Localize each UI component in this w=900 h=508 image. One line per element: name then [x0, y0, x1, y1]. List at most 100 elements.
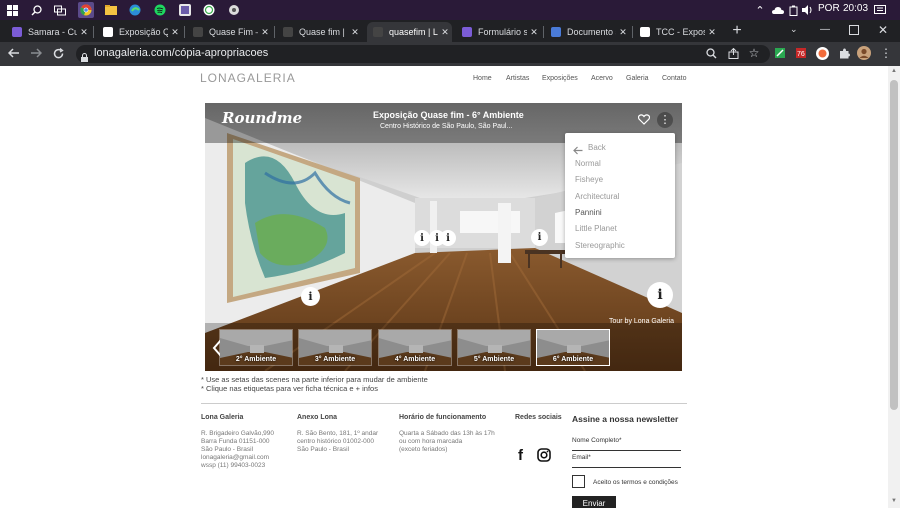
nav-artistas[interactable]: Artistas — [506, 75, 529, 82]
menu-back[interactable]: Back — [588, 143, 606, 152]
browser-tab[interactable]: quasefim | Lo ✕ — [367, 22, 452, 42]
terms-checkbox[interactable] — [572, 475, 585, 488]
roundme-logo[interactable]: Roundme — [222, 109, 302, 127]
task-view-icon[interactable] — [52, 2, 68, 18]
forward-arrow-icon[interactable] — [28, 45, 44, 61]
scene-thumbnail[interactable]: 4° Ambiente — [378, 329, 452, 366]
file-explorer-icon[interactable] — [103, 2, 119, 18]
name-input[interactable] — [572, 445, 681, 451]
url-text[interactable]: lonagaleria.com/cópia-apropriacoes — [94, 47, 268, 59]
footer-title-lona: Lona Galeria — [201, 414, 244, 421]
clock[interactable]: 20:03 — [843, 3, 868, 14]
scrollbar-thumb[interactable] — [890, 80, 898, 410]
email-input[interactable] — [572, 462, 681, 468]
scroll-down-arrow-icon[interactable]: ▼ — [891, 498, 897, 504]
notification-icon[interactable] — [872, 2, 888, 18]
nav-exposicoes[interactable]: Exposições — [542, 75, 578, 82]
browser-tab[interactable]: Quase fim | L ✕ — [277, 22, 362, 42]
volume-icon[interactable] — [800, 2, 816, 18]
footer-phone[interactable]: wssp (11) 99403-0023 — [201, 462, 265, 470]
scene-thumbnail[interactable]: 2° Ambiente — [219, 329, 293, 366]
tab-separator — [632, 26, 633, 38]
extension-red-icon[interactable]: 76 — [793, 45, 809, 61]
extension-orange-icon[interactable] — [814, 45, 830, 61]
close-tab-icon[interactable]: ✕ — [77, 27, 91, 38]
site-logo[interactable]: LONAGALERIA — [200, 71, 296, 85]
nav-home[interactable]: Home — [473, 75, 492, 82]
browser-tab[interactable]: Samara - Cur ✕ — [6, 22, 91, 42]
new-tab-button[interactable]: + — [729, 23, 745, 39]
restore-button[interactable] — [849, 25, 859, 35]
close-tab-icon[interactable]: ✕ — [527, 27, 541, 38]
extensions-puzzle-icon[interactable] — [836, 45, 852, 61]
search-icon[interactable] — [28, 2, 44, 18]
scene-thumbnail[interactable]: 3° Ambiente — [298, 329, 372, 366]
browser-menu-icon[interactable]: ⋮ — [878, 45, 894, 61]
back-arrow-icon[interactable] — [6, 45, 22, 61]
footer-title-social: Redes sociais — [515, 414, 562, 421]
browser-tab[interactable]: Quase Fim – ✕ — [187, 22, 272, 42]
info-marker-icon[interactable]: i — [414, 230, 430, 246]
chevron-up-icon[interactable]: ⌃ — [752, 2, 768, 18]
browser-tab[interactable]: Exposição QU✕ — [97, 22, 182, 42]
viewer-more-options-icon[interactable]: ⋮ — [657, 112, 673, 128]
submit-button[interactable]: Enviar — [572, 496, 616, 508]
tab-search-icon[interactable]: ⌄ — [790, 24, 798, 35]
close-tab-icon[interactable]: ✕ — [438, 27, 452, 38]
footer-email-link[interactable]: lonagaleria@gmail.com — [201, 454, 269, 462]
nav-galeria[interactable]: Galeria — [626, 75, 649, 82]
close-window-button[interactable]: ✕ — [878, 23, 888, 37]
back-arrow-icon[interactable] — [573, 142, 583, 155]
projection-stereographic[interactable]: Stereographic — [575, 241, 625, 250]
browser-tab[interactable]: TCC - Exposiç✕ — [634, 22, 719, 42]
edge-icon[interactable] — [127, 2, 143, 18]
info-marker-icon[interactable]: i — [531, 229, 548, 246]
nav-contato[interactable]: Contato — [662, 75, 687, 82]
projection-architectural[interactable]: Architectural — [575, 192, 619, 201]
projection-pannini[interactable]: Pannini — [575, 208, 602, 217]
windows-start-icon[interactable] — [4, 2, 20, 18]
app-icon[interactable] — [177, 2, 193, 18]
email-field-label: Email* — [572, 454, 591, 461]
footer-title-hours: Horário de funcionamento — [399, 414, 487, 421]
browser-tab[interactable]: Documento s ✕ — [545, 22, 630, 42]
scene-thumbnail[interactable]: 6° Ambiente — [536, 329, 610, 366]
close-tab-icon[interactable]: ✕ — [348, 27, 362, 38]
info-marker-icon[interactable]: i — [301, 287, 320, 306]
scene-thumbnail[interactable]: 5° Ambiente — [457, 329, 531, 366]
tour-credit[interactable]: Tour by Lona Galeria — [609, 318, 674, 325]
cloud-icon[interactable] — [770, 2, 786, 18]
whatsapp-icon[interactable] — [201, 2, 217, 18]
language-indicator[interactable]: POR — [818, 3, 840, 14]
facebook-icon[interactable]: f — [518, 448, 528, 463]
heart-icon[interactable] — [637, 112, 651, 125]
newsletter-title: Assine a nossa newsletter — [572, 414, 679, 424]
projection-little-planet[interactable]: Little Planet — [575, 224, 617, 233]
close-tab-icon[interactable]: ✕ — [616, 27, 630, 38]
instagram-icon[interactable] — [537, 448, 551, 462]
zoom-search-icon[interactable] — [703, 45, 719, 61]
bookmark-star-icon[interactable]: ☆ — [746, 45, 762, 61]
browser-tab[interactable]: Formulário se✕ — [456, 22, 541, 42]
nav-acervo[interactable]: Acervo — [591, 75, 613, 82]
tab-favicon-icon — [373, 27, 383, 37]
close-tab-icon[interactable]: ✕ — [258, 27, 272, 38]
projection-normal[interactable]: Normal — [575, 159, 601, 168]
reload-icon[interactable] — [50, 45, 66, 61]
extension-green-icon[interactable] — [772, 45, 788, 61]
footer-lona-line: Barra Funda 01151-000 — [201, 438, 270, 445]
spotify-icon[interactable] — [152, 2, 168, 18]
info-marker-icon[interactable]: i — [440, 230, 456, 246]
profile-avatar[interactable] — [856, 45, 872, 61]
close-tab-icon[interactable]: ✕ — [705, 27, 719, 38]
projection-fisheye[interactable]: Fisheye — [575, 175, 603, 184]
app-icon-2[interactable] — [226, 2, 242, 18]
instruction-note: * Clique nas etiquetas para ver ficha té… — [201, 384, 378, 393]
scroll-up-arrow-icon[interactable]: ▲ — [891, 68, 897, 74]
minimize-button[interactable]: — — [820, 24, 830, 35]
close-tab-icon[interactable]: ✕ — [168, 27, 182, 38]
chrome-icon[interactable] — [78, 2, 94, 18]
lock-icon[interactable] — [81, 49, 88, 62]
share-icon[interactable] — [725, 45, 741, 61]
info-marker-icon[interactable]: i — [647, 282, 673, 308]
